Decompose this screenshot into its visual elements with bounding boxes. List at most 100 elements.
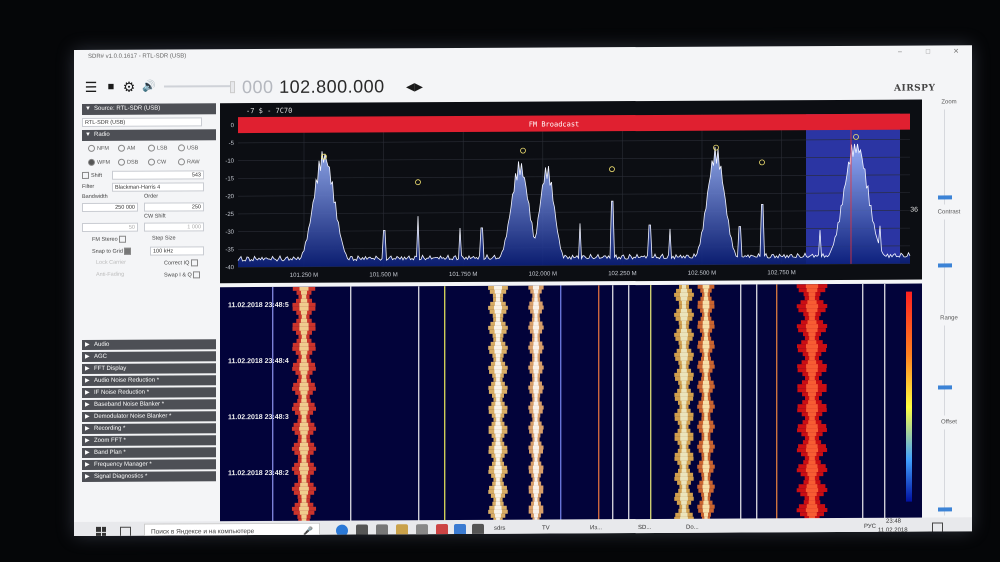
shift-checkbox[interactable]: Shift — [82, 171, 102, 179]
fm-stereo-checkbox[interactable]: FM Stereo — [92, 235, 128, 243]
offset-slider[interactable] — [938, 507, 952, 512]
waterfall-color-scale — [906, 291, 912, 502]
section-header-baseband-noise-blanker[interactable]: ▶ Baseband Noise Blanker * — [82, 399, 216, 410]
waterfall-carrier-line — [650, 284, 652, 521]
mode-radio-cw[interactable]: CW — [148, 158, 166, 166]
range-slider[interactable] — [938, 385, 952, 390]
offset-track[interactable] — [944, 429, 945, 516]
spectrum-plot[interactable]: 0 -5 -10 -15 -20 -25 -30 -35 -40 101.250 M 101.500… — [220, 100, 922, 284]
x-tick-label: 102.750 M — [767, 270, 795, 276]
windows-start-icon[interactable] — [96, 526, 106, 537]
stop-icon[interactable]: ■ — [104, 80, 118, 94]
range-track[interactable] — [944, 325, 945, 416]
menu-icon[interactable]: ☰ — [84, 79, 98, 95]
app-icon-3[interactable] — [436, 524, 448, 537]
folder-icon[interactable] — [396, 524, 408, 537]
minimize-button[interactable]: – — [892, 46, 908, 60]
zoom-slider[interactable] — [938, 195, 952, 200]
speaker-icon[interactable]: 🔊 — [142, 80, 156, 94]
edge-icon[interactable] — [336, 524, 348, 537]
anti-fading-label: Anti-Fading — [96, 271, 125, 278]
waterfall-carrier-line — [884, 283, 886, 520]
y-tick-label: -30 — [225, 230, 234, 236]
waterfall-timestamp: 11.02.2018 23:48:3 — [228, 414, 289, 421]
squelch-input[interactable]: 50 — [82, 222, 138, 232]
waterfall-display[interactable]: 11.02.2018 23:48:5 11.02.2018 23:48:4 11.0… — [220, 283, 922, 524]
mode-radio-wfm[interactable]: WFM — [88, 158, 110, 166]
taskbar-app-2[interactable]: Из... — [590, 525, 602, 531]
section-header-recording[interactable]: ▶ Recording * — [82, 423, 216, 434]
shift-input[interactable]: 543 — [112, 170, 204, 180]
section-header-signal-diagnostics[interactable]: ▶ Signal Diagnostics * — [82, 471, 216, 482]
zoom-track[interactable] — [944, 109, 945, 205]
order-input[interactable]: 250 — [144, 202, 204, 212]
mode-radio-dsb[interactable]: DSB — [118, 158, 138, 166]
section-header-audio[interactable]: ▶ Audio — [82, 339, 216, 350]
clock-date[interactable]: 11.02.2018 — [878, 528, 908, 534]
notifications-icon[interactable] — [932, 522, 943, 534]
store-icon[interactable] — [356, 524, 368, 537]
y-tick-label: -25 — [225, 212, 234, 218]
gear-icon[interactable]: ⚙ — [122, 79, 136, 95]
mode-radio-am[interactable]: AM — [118, 144, 135, 152]
section-header-audio-noise-reduction[interactable]: ▶ Audio Noise Reduction * — [82, 375, 216, 386]
spectrum-analyzer[interactable]: 0 -5 -10 -15 -20 -25 -30 -35 -40 101.250 M 101.500… — [220, 99, 922, 284]
peak-marker — [713, 144, 719, 151]
section-header-zoom-fft[interactable]: ▶ Zoom FFT * — [82, 435, 216, 446]
mode-radio-usb[interactable]: USB — [178, 144, 198, 152]
task-view-icon[interactable] — [120, 526, 131, 537]
y-tick-label: -20 — [225, 194, 234, 200]
range-label: Range — [940, 315, 958, 322]
waterfall-plot[interactable]: 11.02.2018 23:48:5 11.02.2018 23:48:4 11.0… — [220, 283, 922, 524]
bandwidth-input[interactable]: 250 000 — [82, 202, 138, 212]
mode-radio-raw[interactable]: RAW — [178, 158, 200, 166]
mail-icon[interactable] — [472, 523, 484, 536]
section-header-fft-display[interactable]: ▶ FFT Display — [82, 363, 216, 374]
mode-radio-lsb[interactable]: LSB — [148, 144, 167, 152]
peak-marker — [759, 159, 765, 166]
waterfall-signal-band — [796, 284, 828, 521]
mode-row-1: NFM AM LSB USB — [82, 141, 216, 156]
snap-to-grid-checkbox[interactable]: Snap to Grid — [92, 247, 133, 255]
app-icon-2[interactable] — [416, 524, 428, 537]
section-header-agc[interactable]: ▶ AGC — [82, 351, 216, 362]
tune-arrows-icon[interactable]: ◀▶ — [406, 80, 423, 93]
taskbar-app-1[interactable]: TV — [542, 526, 550, 532]
source-device-select[interactable]: RTL-SDR (USB) — [82, 117, 202, 127]
section-header-frequency-manager[interactable]: ▶ Frequency Manager * — [82, 459, 216, 470]
filter-select[interactable]: Blackman-Harris 4 — [112, 182, 204, 192]
waterfall-timestamp: 11.02.2018 23:48:4 — [228, 358, 289, 365]
step-size-select[interactable]: 100 kHz — [150, 246, 204, 256]
taskbar-search-input[interactable]: Поиск в Яндексе и на компьютере 🎤 — [144, 522, 320, 537]
app-icon-4[interactable] — [454, 523, 466, 537]
mode-row-2: WFM DSB CW RAW — [82, 155, 216, 170]
y-tick-label: -35 — [225, 247, 234, 253]
taskbar-app-3[interactable]: SD... — [638, 525, 651, 531]
contrast-slider[interactable] — [938, 263, 952, 268]
clock-time[interactable]: 23:48 — [886, 519, 901, 525]
section-header-band-plan[interactable]: ▶ Band Plan * — [82, 447, 216, 458]
cw-shift-input[interactable]: 1 000 — [144, 222, 204, 232]
maximize-button[interactable]: □ — [920, 45, 936, 59]
app-icon-1[interactable] — [376, 524, 388, 537]
window-title: SDR# v1.0.0.1617 - RTL-SDR (USB) — [88, 53, 187, 60]
radio-section-header[interactable]: ▼ Radio — [82, 129, 216, 141]
close-button[interactable]: ✕ — [948, 45, 964, 59]
y-tick-label: -15 — [225, 176, 234, 182]
mode-radio-nfm[interactable]: NFM — [88, 144, 109, 152]
section-header-if-noise-reduction[interactable]: ▶ IF Noise Reduction * — [82, 387, 216, 398]
volume-slider-track[interactable] — [164, 85, 234, 88]
control-panel: ▼ Source: RTL-SDR (USB) RTL-SDR (USB) ▼ Ra… — [82, 103, 216, 282]
volume-slider-thumb[interactable] — [230, 81, 235, 94]
right-controls: Zoom Contrast Range Offset — [926, 99, 972, 519]
taskbar-app-4[interactable]: Do... — [686, 525, 699, 531]
source-section-header[interactable]: ▼ Source: RTL-SDR (USB) — [82, 103, 216, 115]
swap-iq-checkbox[interactable]: Swap I & Q — [164, 271, 202, 278]
microphone-icon[interactable]: 🎤 — [303, 524, 313, 536]
frequency-display[interactable]: 000 102.800.000 — [242, 76, 385, 98]
taskbar-app-0[interactable]: sdrs — [494, 526, 505, 532]
input-language[interactable]: РУС — [864, 524, 876, 530]
section-header-demodulator-noise-blanker[interactable]: ▶ Demodulator Noise Blanker * — [82, 411, 216, 422]
frequency-leading-digits: 000 — [242, 76, 274, 98]
correct-iq-checkbox[interactable]: Correct IQ — [164, 259, 200, 266]
